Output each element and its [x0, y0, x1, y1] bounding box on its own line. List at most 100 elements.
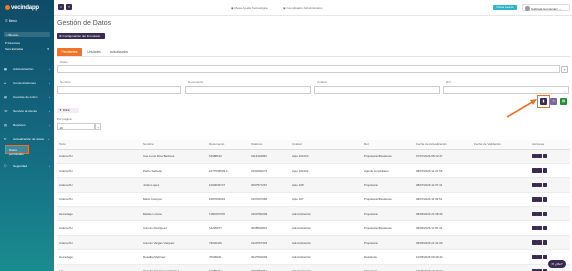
- edit-icon[interactable]: [537, 240, 542, 245]
- table-cell: Apto 101022: [290, 163, 362, 179]
- table-cell: Antonio Vargas Vásquez: [141, 235, 207, 251]
- table-row[interactable]: Herradaga Rosalba Martinez 70009011 3017502…: [57, 249, 570, 265]
- view-icon[interactable]: [532, 153, 537, 159]
- user-menu[interactable]: Gabriela Hernandez ⌄: [522, 4, 570, 11]
- table-cell: Apto 101010: [290, 149, 362, 164]
- column-header[interactable]: Rol: [362, 140, 414, 150]
- view-icon[interactable]: [532, 211, 537, 216]
- filter-button[interactable]: ▼ Filtrar: [57, 108, 79, 113]
- favorite-item[interactable]: Seis Estrellas ♥: [5, 47, 49, 51]
- add-filter-button[interactable]: +: [561, 66, 568, 73]
- column-header[interactable]: Todo: [57, 140, 141, 150]
- table-cell: Ardera PH: [57, 163, 141, 179]
- collapse-button[interactable]: ‹›: [66, 4, 72, 10]
- edit-icon[interactable]: [537, 254, 542, 260]
- table-row[interactable]: n/aRosalba Rodríguez Méndez5128522230028…: [57, 264, 570, 271]
- logo-mark-icon: [5, 5, 10, 10]
- table-cell: [472, 163, 530, 179]
- table-cell: [472, 149, 530, 164]
- column-header[interactable]: Unidad: [290, 140, 362, 150]
- filter-icon: ▼: [59, 108, 62, 112]
- per-page-select[interactable]: 10: [57, 123, 95, 130]
- nombre-input[interactable]: [57, 86, 181, 94]
- view-icon[interactable]: [532, 168, 537, 173]
- edit-icon[interactable]: [537, 225, 542, 231]
- datos-filter-field[interactable]: [57, 65, 560, 73]
- community-badge[interactable]: Fibras Laeros: [493, 5, 517, 10]
- table-cell: 3100760009: [249, 206, 290, 222]
- table-cell: [472, 206, 530, 222]
- table-row[interactable]: Ardera PH Mario Campos 1087003622 312700706…: [57, 192, 570, 208]
- sidebar-subitem-datos-personales[interactable]: Datos personales: [5, 145, 29, 156]
- tab-pendientes[interactable]: Pendientes: [57, 48, 82, 56]
- chat-button[interactable]: ✉ ¿Me?: [548, 260, 566, 268]
- sidebar-item-comunicaciones[interactable]: ◂ Comunicaciones ›: [0, 77, 54, 89]
- table-cell: Ardera PH: [57, 220, 141, 236]
- edit-icon[interactable]: [537, 182, 542, 188]
- table-row[interactable]: Ardera PH Antonio Vargas Vásquez 79046446 3…: [57, 235, 570, 251]
- delete-icon[interactable]: [542, 240, 548, 245]
- table-cell: Rosalba Rodríguez Méndez: [141, 264, 207, 271]
- config-form-button[interactable]: ⚙ Configuración del formulario: [57, 33, 105, 39]
- columns-button[interactable]: ≡: [550, 98, 557, 105]
- view-icon[interactable]: [532, 240, 537, 245]
- row-actions: [530, 192, 570, 208]
- table-row[interactable]: Ardera PH Pedro Salcedo 1077649549.4 310400…: [57, 163, 570, 179]
- column-header[interactable]: Documento: [207, 140, 249, 150]
- menu-toggle[interactable]: ☰ Menú: [5, 19, 17, 23]
- table-cell: 79046446: [207, 235, 249, 251]
- delete-icon[interactable]: [542, 182, 548, 188]
- sidebar-item-reportes[interactable]: ▥ Reportes ›: [0, 119, 54, 131]
- delete-icon[interactable]: [542, 211, 548, 216]
- unidad-label: Unidad: [317, 80, 327, 84]
- rol-select[interactable]: ⌄: [443, 86, 569, 94]
- table-cell: 1087003622: [207, 192, 249, 208]
- sidebar-item-seguridad[interactable]: ⛉ Seguridad ›: [0, 160, 54, 172]
- favorites-header[interactable]: ♥ Favoritos: [5, 41, 20, 45]
- edit-icon[interactable]: [537, 197, 542, 202]
- delete-icon[interactable]: [542, 168, 548, 173]
- delete-icon[interactable]: [542, 254, 548, 260]
- table-cell: Antonio Rodríguez: [141, 220, 207, 236]
- sidebar-item-cuentas-cobro[interactable]: ▤ Cuentas de cobro ›: [0, 91, 54, 103]
- per-page-chevron[interactable]: ⌄: [95, 123, 101, 130]
- sidebar-search[interactable]: ⌕ Buscar...: [4, 32, 50, 37]
- help-link[interactable]: ◉ Mesa Ayuda Tecnológica: [231, 6, 268, 10]
- avatar: [525, 6, 530, 11]
- sidebar-item-actualizacion-datos[interactable]: ↻ Actualización de datos ⌄: [0, 133, 54, 145]
- view-icon[interactable]: [532, 182, 537, 188]
- unidad-input[interactable]: [314, 86, 440, 94]
- table-row[interactable]: Ardera PH Antonio Rodríguez 51226977 300850…: [57, 220, 570, 236]
- view-icon[interactable]: [532, 225, 537, 231]
- delete-icon[interactable]: [542, 197, 548, 202]
- sidebar-item-administracion[interactable]: ▦ Administración ›: [0, 63, 54, 75]
- table-cell: Propietario: [362, 264, 414, 271]
- documento-input[interactable]: [185, 86, 311, 94]
- table-row[interactable]: Ardera PH Ana Lucía Ríos Barbosa 51988012 3…: [57, 149, 570, 164]
- column-header[interactable]: Teléfono: [249, 140, 290, 150]
- sidebar-item-servicio-cliente[interactable]: ☏ Servicio al cliente ›: [0, 105, 54, 117]
- app-logo[interactable]: vecindapp: [5, 5, 39, 11]
- table-cell: 10/05/2026 09:29:44: [414, 249, 472, 265]
- edit-icon[interactable]: [537, 211, 542, 216]
- tab-unidades[interactable]: Unidades: [84, 48, 104, 56]
- table-cell: 3017502009: [249, 249, 290, 265]
- excel-export-button[interactable]: ▤: [560, 98, 567, 105]
- edit-icon[interactable]: [537, 168, 542, 173]
- column-header[interactable]: Nombre: [141, 140, 207, 150]
- home-button[interactable]: ⌂: [58, 4, 64, 10]
- view-icon[interactable]: [532, 197, 537, 202]
- view-icon[interactable]: [532, 254, 537, 260]
- delete-icon[interactable]: [542, 153, 548, 159]
- tab-divider: [57, 56, 570, 57]
- admin-link[interactable]: ◉ Coordinador Administrativo: [283, 6, 322, 10]
- edit-icon[interactable]: [537, 153, 542, 159]
- heart-icon[interactable]: ♥: [47, 47, 49, 51]
- column-header[interactable]: Fecha de Validación: [472, 140, 530, 150]
- delete-icon[interactable]: [542, 225, 548, 231]
- table-row[interactable]: Ardera PH Julián López 1060039747 300757726…: [57, 177, 570, 193]
- row-actions: [530, 235, 570, 251]
- tab-actualizados[interactable]: Actualizados: [106, 48, 132, 56]
- column-header[interactable]: Fecha de Actualización: [414, 140, 472, 150]
- table-row[interactable]: Herradaga Matías Lozano 1180007378 31007600…: [57, 206, 570, 222]
